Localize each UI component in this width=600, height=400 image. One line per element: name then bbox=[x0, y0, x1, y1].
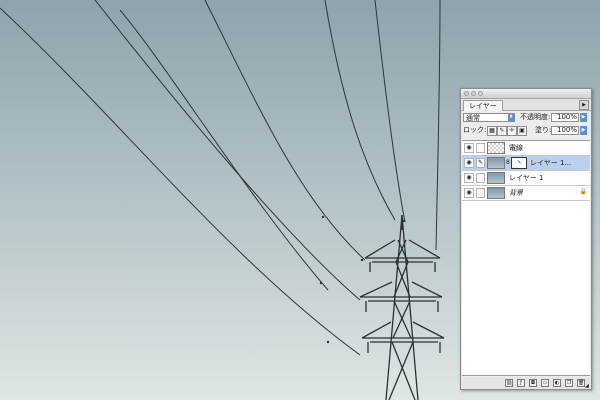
eye-icon[interactable]: ◉ bbox=[464, 143, 474, 153]
layer-thumbnail bbox=[487, 187, 505, 199]
add-mask-icon[interactable]: ◘ bbox=[529, 379, 537, 387]
fill-input[interactable]: 100% bbox=[551, 126, 579, 135]
layer-name: レイヤー 1 bbox=[509, 174, 544, 182]
blend-mode-value: 通常 bbox=[466, 114, 480, 122]
link-layers-icon[interactable]: ⛓ bbox=[505, 379, 513, 387]
lock-all-icon[interactable]: ▣ bbox=[517, 126, 527, 136]
palette-menu-arrow-icon[interactable]: ▶ bbox=[579, 100, 589, 110]
new-layer-icon[interactable]: ❐ bbox=[565, 379, 573, 387]
chain-link-icon[interactable]: 8 bbox=[506, 159, 510, 166]
select-caret-icon: ⬍ bbox=[508, 114, 514, 121]
trash-icon[interactable]: 🗑 bbox=[577, 379, 585, 387]
minimize-window-icon[interactable] bbox=[471, 91, 476, 96]
layer-row-selected[interactable]: ◉ ✎ 8 ヽ レイヤー 1... bbox=[462, 156, 590, 171]
opacity-input[interactable]: 100% bbox=[551, 113, 579, 122]
lock-position-icon[interactable]: ✛ bbox=[507, 126, 517, 136]
eye-icon[interactable]: ◉ bbox=[464, 158, 474, 168]
layer-mask-thumbnail[interactable]: ヽ bbox=[511, 157, 527, 169]
layer-thumbnail bbox=[487, 142, 505, 154]
blend-opacity-row: 通常 ⬍ 不透明度: 100% ▶ bbox=[463, 113, 589, 123]
layer-link-slot[interactable] bbox=[476, 143, 485, 153]
layer-thumbnail bbox=[487, 157, 505, 169]
layers-palette[interactable]: レイヤー ▶ 通常 ⬍ 不透明度: 100% ▶ ロック: ▦ ✎ ✛ ▣ 塗り… bbox=[460, 88, 592, 390]
opacity-slider-arrow-icon[interactable]: ▶ bbox=[580, 113, 587, 122]
palette-tab-row: レイヤー ▶ bbox=[461, 99, 591, 111]
window-controls bbox=[464, 91, 483, 96]
lock-label: ロック: bbox=[463, 126, 487, 134]
layer-link-slot[interactable] bbox=[476, 188, 485, 198]
eye-icon[interactable]: ◉ bbox=[464, 188, 474, 198]
layer-name: レイヤー 1... bbox=[530, 159, 572, 167]
new-set-icon[interactable]: ▭ bbox=[541, 379, 549, 387]
layer-row[interactable]: ◉ 電線 bbox=[462, 141, 590, 156]
lock-image-icon[interactable]: ✎ bbox=[497, 126, 507, 136]
layer-name: 背景 bbox=[509, 189, 523, 197]
layer-thumbnail bbox=[487, 172, 505, 184]
blend-mode-select[interactable]: 通常 ⬍ bbox=[463, 113, 515, 122]
layer-name: 電線 bbox=[509, 144, 523, 152]
adjustment-layer-icon[interactable]: ◐ bbox=[553, 379, 561, 387]
lock-icon: 🔒 bbox=[579, 188, 587, 195]
tab-layers[interactable]: レイヤー bbox=[463, 100, 503, 111]
zoom-window-icon[interactable] bbox=[478, 91, 483, 96]
lock-fill-row: ロック: ▦ ✎ ✛ ▣ 塗り: 100% ▶ bbox=[463, 126, 589, 136]
fill-label: 塗り: bbox=[535, 126, 552, 134]
eye-icon[interactable]: ◉ bbox=[464, 173, 474, 183]
layer-link-slot[interactable] bbox=[476, 173, 485, 183]
layer-row[interactable]: ◉ レイヤー 1 bbox=[462, 171, 590, 186]
layer-style-icon[interactable]: ƒ bbox=[517, 379, 525, 387]
palette-titlebar[interactable] bbox=[461, 89, 591, 99]
layers-list: ◉ 電線 ◉ ✎ 8 ヽ レイヤー 1... ◉ レイヤー 1 ◉ 背景 🔒 bbox=[462, 140, 590, 376]
resize-grip-icon[interactable]: ◢ bbox=[585, 383, 591, 389]
lock-transparency-icon[interactable]: ▦ bbox=[487, 126, 497, 136]
opacity-label: 不透明度: bbox=[520, 113, 551, 121]
brush-icon[interactable]: ✎ bbox=[476, 158, 485, 168]
palette-bottom-bar: ⛓ ƒ ◘ ▭ ◐ ❐ 🗑 bbox=[461, 377, 591, 389]
layer-row-background[interactable]: ◉ 背景 🔒 bbox=[462, 186, 590, 201]
close-window-icon[interactable] bbox=[464, 91, 469, 96]
fill-slider-arrow-icon[interactable]: ▶ bbox=[580, 126, 587, 135]
